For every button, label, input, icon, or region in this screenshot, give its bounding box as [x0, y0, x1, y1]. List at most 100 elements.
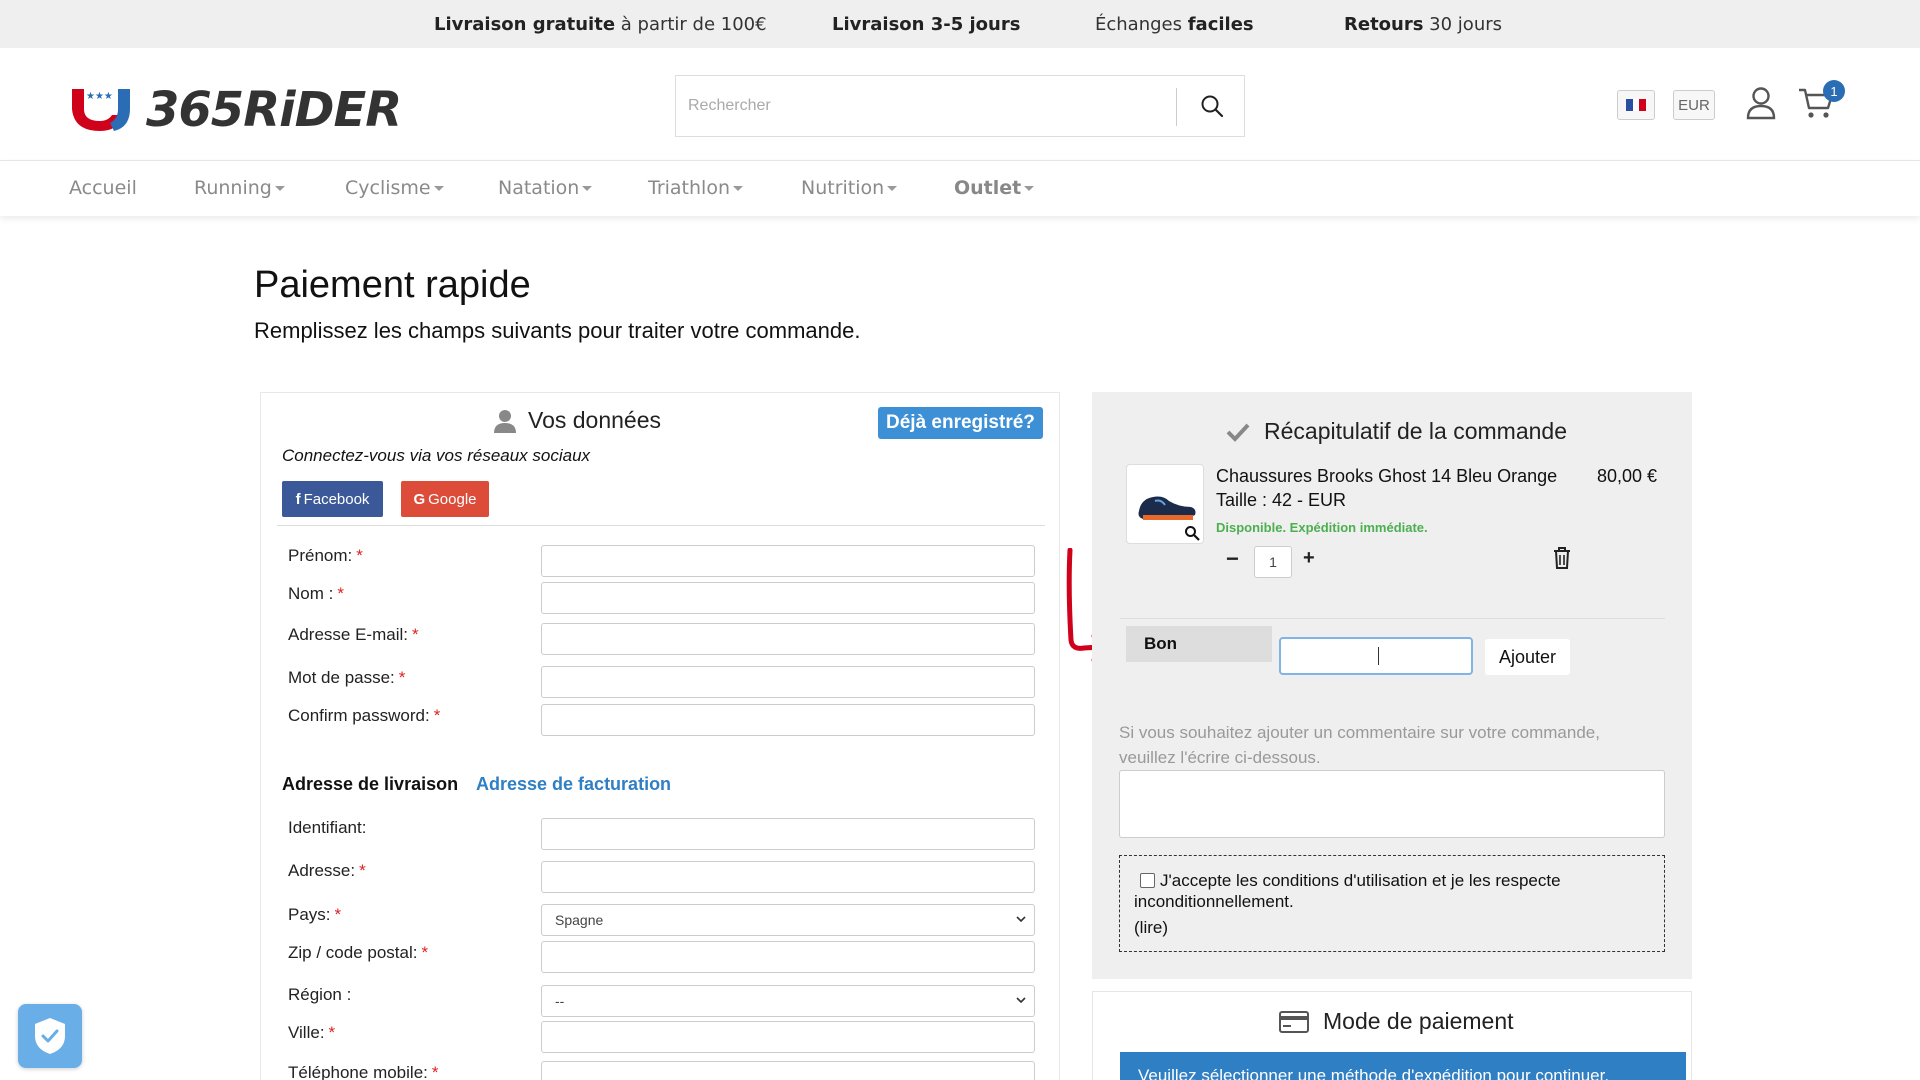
- google-label: Google: [428, 490, 477, 508]
- zoom-icon[interactable]: [1184, 525, 1200, 541]
- trash-icon[interactable]: [1552, 546, 1572, 570]
- password-field[interactable]: [541, 666, 1035, 698]
- payment-notice: Veuillez sélectionner une méthode d'expé…: [1120, 1052, 1686, 1080]
- order-summary-panel: Récapitulatif de la commande Chaussures …: [1092, 392, 1692, 979]
- logo[interactable]: ★★★ 365RiDER: [70, 82, 402, 138]
- ville-field[interactable]: [541, 1021, 1035, 1053]
- nav-item-natation[interactable]: Natation: [498, 177, 593, 199]
- svg-text:★★★: ★★★: [86, 91, 113, 102]
- required-mark: *: [411, 625, 419, 644]
- chevron-down-icon: [582, 186, 593, 191]
- terms-read-link[interactable]: (lire): [1134, 918, 1168, 938]
- chevron-down-icon: [433, 186, 444, 191]
- privacy-shield-button[interactable]: [18, 1004, 82, 1068]
- nav-item-accueil[interactable]: Accueil: [69, 177, 137, 199]
- required-mark: *: [398, 668, 406, 687]
- nav-item-outlet[interactable]: Outlet: [954, 177, 1035, 199]
- search-icon: [1201, 95, 1224, 118]
- confirm-password-field[interactable]: [541, 704, 1035, 736]
- nav-item-cyclisme[interactable]: Cyclisme: [345, 177, 444, 199]
- chevron-down-icon: [887, 186, 898, 191]
- language-selector[interactable]: [1617, 90, 1655, 120]
- nav-item-outlet-label: Outlet: [954, 177, 1022, 199]
- region-label: Région :: [288, 985, 351, 1005]
- zip-field[interactable]: [541, 941, 1035, 973]
- nav-item-triathlon-label: Triathlon: [648, 177, 730, 199]
- search-input[interactable]: [676, 76, 1176, 136]
- google-login-button[interactable]: G Google: [401, 481, 489, 517]
- comment-textarea[interactable]: [1119, 770, 1665, 838]
- promo-free-shipping-bold: Livraison gratuite: [434, 13, 616, 35]
- chevron-down-icon: [274, 186, 285, 191]
- prenom-field[interactable]: [541, 545, 1035, 577]
- shield-check-icon: [35, 1018, 65, 1054]
- section-title-vos-donnees: Vos données: [494, 407, 661, 434]
- tab-billing-address[interactable]: Adresse de facturation: [476, 774, 671, 795]
- google-icon: G: [413, 490, 426, 508]
- nom-field[interactable]: [541, 582, 1035, 614]
- password-label-text: Mot de passe:: [288, 668, 395, 687]
- nav-item-natation-label: Natation: [498, 177, 580, 199]
- search-button[interactable]: [1181, 76, 1243, 136]
- nav-item-running[interactable]: Running: [194, 177, 285, 199]
- cart-count-badge: 1: [1823, 80, 1845, 102]
- identifiant-label: Identifiant:: [288, 818, 366, 838]
- user-icon[interactable]: [1746, 86, 1776, 120]
- nav-item-cyclisme-label: Cyclisme: [345, 177, 431, 199]
- required-mark: *: [421, 943, 429, 962]
- password-label: Mot de passe: *: [288, 668, 405, 688]
- credit-card-icon: [1279, 1010, 1309, 1033]
- customer-data-panel: Vos données Déjà enregistré? Connectez-v…: [260, 392, 1060, 1080]
- required-mark: *: [359, 861, 366, 880]
- promo-delivery-time: Livraison 3-5 jours: [832, 14, 1020, 35]
- pays-label: Pays: *: [288, 905, 341, 925]
- search-divider: [1176, 88, 1177, 126]
- country-select-value: Spagne: [555, 912, 604, 928]
- currency-selector[interactable]: EUR: [1673, 90, 1715, 120]
- required-mark: *: [431, 1063, 439, 1080]
- product-name[interactable]: Chaussures Brooks Ghost 14 Bleu Orange: [1216, 466, 1557, 487]
- facebook-label: Facebook: [303, 490, 370, 508]
- order-summary-title-label: Récapitulatif de la commande: [1264, 418, 1567, 444]
- email-field[interactable]: [541, 623, 1035, 655]
- product-availability: Disponible. Expédition immédiate.: [1216, 520, 1428, 535]
- region-select[interactable]: --: [541, 985, 1035, 1017]
- terms-box: J'accepte les conditions d'utilisation e…: [1119, 855, 1665, 952]
- nav-item-nutrition-label: Nutrition: [801, 177, 885, 199]
- identifiant-field[interactable]: [541, 818, 1035, 850]
- identifiant-label-text: Identifiant:: [288, 818, 367, 837]
- quantity-decrease-button[interactable]: −: [1226, 548, 1244, 570]
- payment-method-panel: Mode de paiement Veuillez sélectionner u…: [1092, 991, 1692, 1080]
- nav-item-triathlon[interactable]: Triathlon: [648, 177, 743, 199]
- add-coupon-button[interactable]: Ajouter: [1485, 639, 1570, 675]
- telephone-field[interactable]: [541, 1061, 1035, 1080]
- email-label: Adresse E-mail: *: [288, 625, 419, 645]
- nom-label: Nom : *: [288, 584, 344, 604]
- terms-text: J'accepte les conditions d'utilisation e…: [1134, 871, 1561, 911]
- facebook-login-button[interactable]: f Facebook: [282, 481, 383, 517]
- promo-free-shipping-rest: à partir de 100€: [615, 13, 767, 35]
- country-select[interactable]: Spagne: [541, 904, 1035, 936]
- page-title: Paiement rapide: [254, 264, 531, 306]
- checkmark-icon: [1226, 423, 1250, 442]
- ville-label: Ville: *: [288, 1023, 335, 1043]
- already-registered-button[interactable]: Déjà enregistré?: [878, 407, 1043, 439]
- search-bar: [675, 75, 1245, 137]
- logo-mark-icon: ★★★: [72, 89, 130, 131]
- quantity-increase-button[interactable]: +: [1303, 548, 1321, 568]
- quantity-stepper[interactable]: 1: [1254, 546, 1292, 578]
- french-flag-icon: [1626, 99, 1647, 111]
- nav-item-nutrition[interactable]: Nutrition: [801, 177, 898, 199]
- tab-shipping-address[interactable]: Adresse de livraison: [282, 774, 458, 795]
- product-thumbnail[interactable]: [1126, 464, 1204, 544]
- product-size: Taille : 42 - EUR: [1216, 490, 1347, 510]
- adresse-field[interactable]: [541, 861, 1035, 893]
- required-mark: *: [356, 546, 363, 565]
- page-subtitle: Remplissez les champs suivants pour trai…: [254, 318, 861, 343]
- person-icon: [494, 409, 516, 433]
- required-mark: *: [328, 1023, 336, 1042]
- chevron-down-icon: [1016, 997, 1026, 1004]
- promo-returns-rest: 30 jours: [1423, 13, 1503, 35]
- coupon-input[interactable]: [1279, 637, 1473, 675]
- chevron-down-icon: [732, 186, 743, 191]
